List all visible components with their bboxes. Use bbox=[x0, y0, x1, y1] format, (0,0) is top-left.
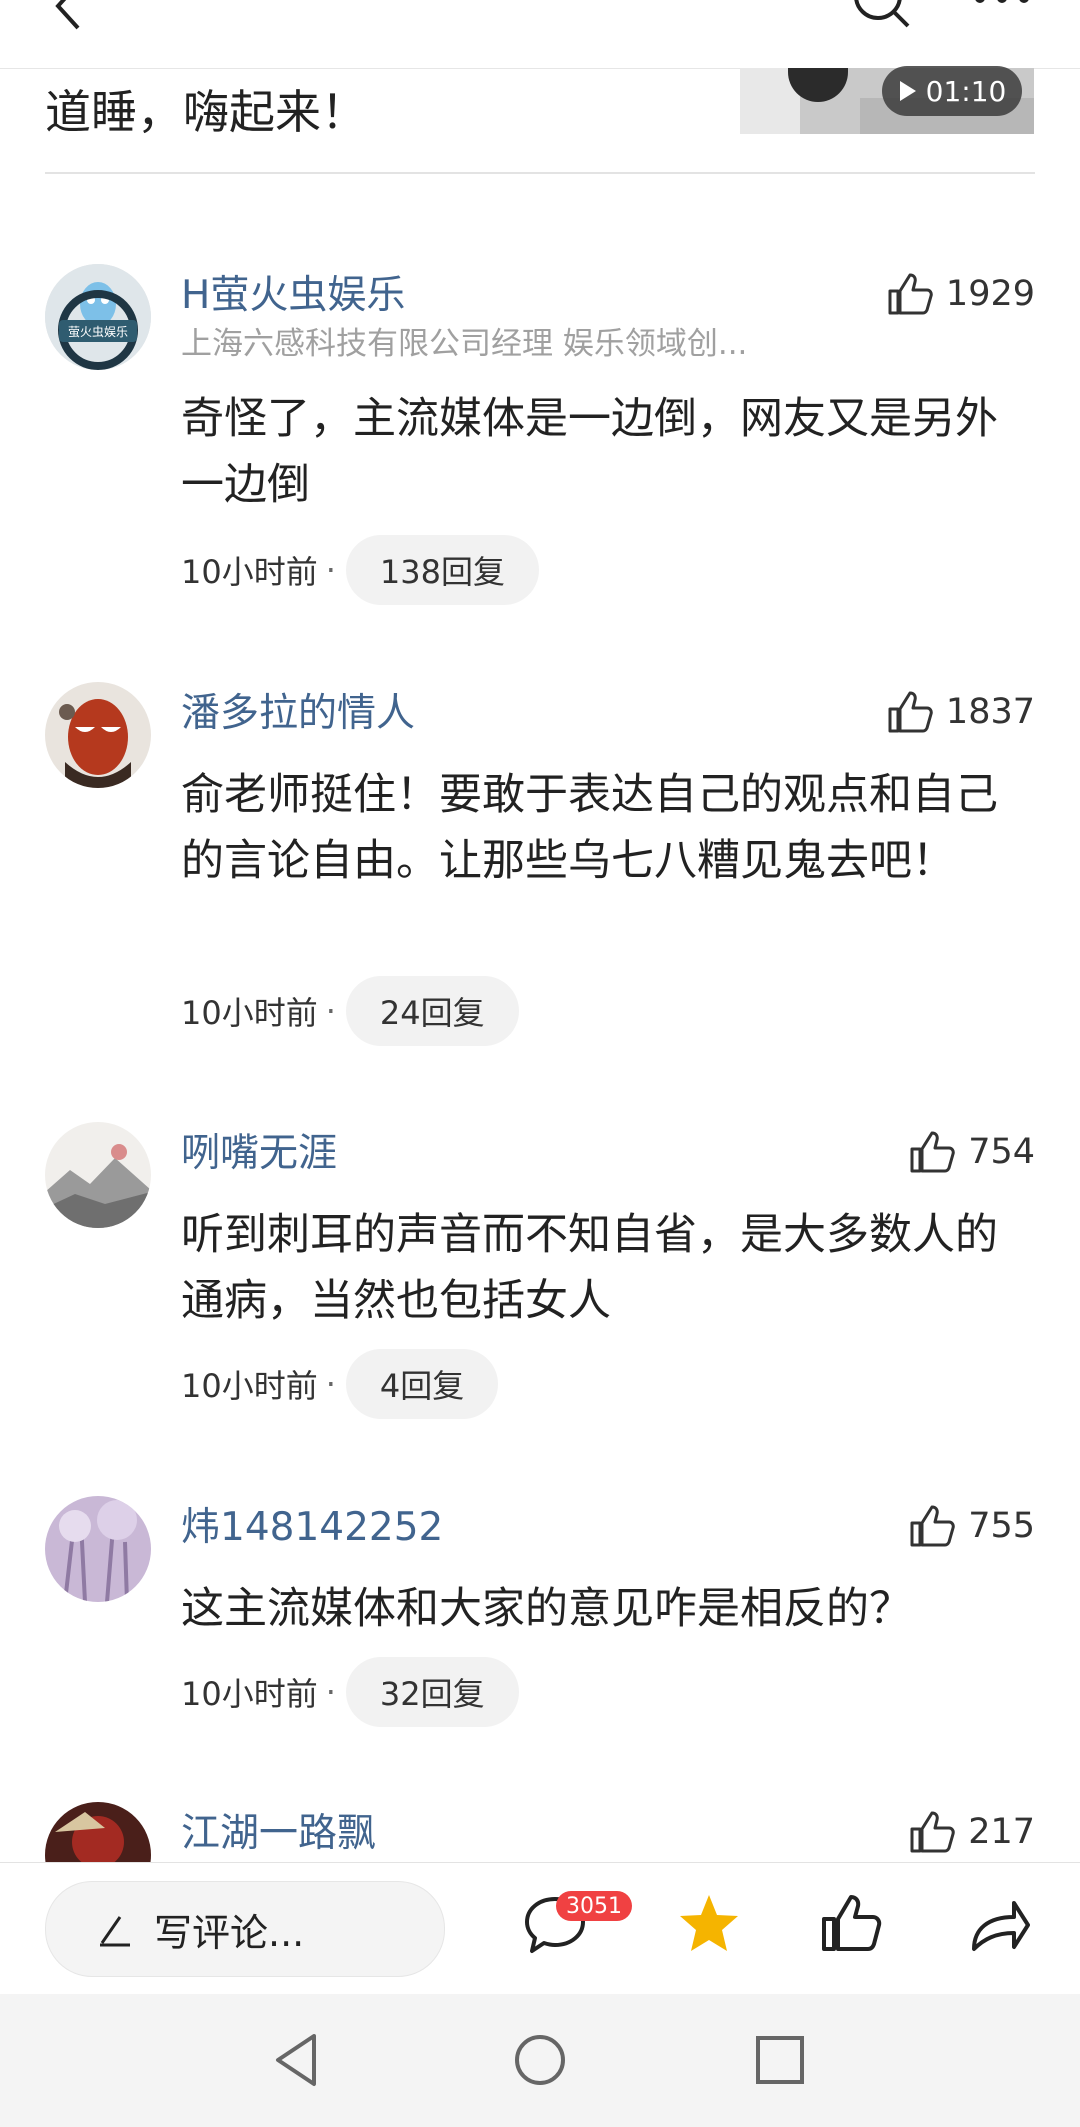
meta-separator: · bbox=[325, 992, 336, 1030]
avatar-logo-text: 萤火虫娱乐 bbox=[68, 325, 128, 339]
more-icon[interactable] bbox=[970, 0, 1040, 22]
comment-time: 10小时前 bbox=[181, 1367, 318, 1405]
write-comment-placeholder: 写评论... bbox=[154, 1910, 305, 1955]
comment-item: 江湖一路飘 217 bbox=[0, 1802, 1080, 1862]
top-bar bbox=[0, 0, 1080, 69]
search-icon[interactable] bbox=[848, 0, 918, 30]
like-button[interactable]: 755 bbox=[906, 1501, 1035, 1551]
thumbs-up-icon[interactable] bbox=[818, 1891, 884, 1957]
avatar-image bbox=[45, 682, 151, 788]
nav-back-icon[interactable] bbox=[266, 2030, 326, 2090]
comment-meta: 10小时前 · 4回复 bbox=[181, 1348, 499, 1420]
thumbs-up-icon bbox=[910, 1505, 955, 1547]
meta-separator: · bbox=[325, 551, 336, 589]
system-navigation-bar bbox=[0, 1994, 1080, 2127]
thumbs-up-icon bbox=[888, 691, 933, 733]
nav-home-icon[interactable] bbox=[510, 2030, 570, 2090]
avatar[interactable] bbox=[45, 682, 151, 788]
like-button[interactable]: 1929 bbox=[884, 269, 1035, 319]
play-icon bbox=[899, 81, 916, 101]
article-tail-text: 道睡，嗨起来！ bbox=[45, 85, 367, 139]
comment-username[interactable]: 炜148142252 bbox=[181, 1496, 443, 1552]
avatar-image: 萤火虫娱乐 bbox=[45, 264, 151, 370]
reply-count-button[interactable]: 24回复 bbox=[345, 976, 519, 1046]
back-icon[interactable] bbox=[40, 0, 100, 36]
avatar[interactable] bbox=[45, 1802, 151, 1862]
comment-time: 10小时前 bbox=[181, 994, 318, 1032]
comment-username[interactable]: 江湖一路飘 bbox=[181, 1802, 376, 1858]
avatar-image bbox=[45, 1802, 151, 1862]
star-icon[interactable] bbox=[676, 1891, 742, 1957]
comment-meta: 10小时前 · 138回复 bbox=[181, 534, 539, 606]
like-button[interactable]: 217 bbox=[906, 1807, 1035, 1857]
nav-recents-icon[interactable] bbox=[750, 2030, 810, 2090]
like-button[interactable]: 1837 bbox=[884, 687, 1035, 737]
write-comment-input[interactable]: 写评论... bbox=[45, 1881, 445, 1977]
divider bbox=[45, 172, 1035, 174]
comment-text: 奇怪了，主流媒体是一边倒，网友又是另外一边倒 bbox=[181, 394, 998, 510]
comment-text: 听到刺耳的声音而不知自省，是大多数人的通病，当然也包括女人 bbox=[181, 1210, 998, 1326]
comment-time: 10小时前 bbox=[181, 553, 318, 591]
pen-icon bbox=[100, 1916, 130, 1947]
comment-count-badge: 3051 bbox=[556, 1891, 632, 1921]
thumbs-up-icon bbox=[910, 1131, 955, 1173]
like-count: 217 bbox=[968, 1812, 1035, 1852]
like-count: 755 bbox=[968, 1506, 1035, 1546]
reply-count-button[interactable]: 138回复 bbox=[345, 535, 539, 605]
thumbs-up-icon bbox=[888, 273, 933, 315]
comment-meta: 10小时前 · 32回复 bbox=[181, 1656, 519, 1728]
comment-text: 这主流媒体和大家的意见咋是相反的？ bbox=[181, 1584, 912, 1634]
share-icon[interactable] bbox=[966, 1891, 1032, 1957]
bottom-action-bar: 写评论... 3051 bbox=[0, 1862, 1080, 1993]
comment-username[interactable]: 咧嘴无涯 bbox=[181, 1122, 337, 1178]
reply-count-button[interactable]: 4回复 bbox=[345, 1349, 499, 1419]
like-count: 754 bbox=[968, 1132, 1035, 1172]
comment-user-subtitle: 上海六感科技有限公司经理 娱乐领域创... bbox=[181, 326, 748, 362]
comment-text: 俞老师挺住！要敢于表达自己的观点和自己的言论自由。让那些乌七八糟见鬼去吧！ bbox=[181, 770, 998, 886]
avatar[interactable] bbox=[45, 1496, 151, 1602]
meta-separator: · bbox=[325, 1673, 336, 1711]
comment-time: 10小时前 bbox=[181, 1675, 318, 1713]
comment-username[interactable]: H萤火虫娱乐 bbox=[181, 264, 405, 320]
video-duration: 01:10 bbox=[925, 74, 1007, 108]
like-count: 1929 bbox=[945, 274, 1035, 314]
reply-count-button[interactable]: 32回复 bbox=[345, 1657, 519, 1727]
meta-separator: · bbox=[325, 1365, 336, 1403]
like-button[interactable]: 754 bbox=[906, 1127, 1035, 1177]
comment-meta: 10小时前 · 24回复 bbox=[181, 975, 519, 1047]
thumbs-up-icon bbox=[910, 1811, 955, 1853]
avatar-image bbox=[45, 1122, 151, 1228]
avatar[interactable] bbox=[45, 1122, 151, 1228]
comment-username[interactable]: 潘多拉的情人 bbox=[181, 682, 415, 738]
video-duration-badge: 01:10 bbox=[882, 66, 1022, 116]
avatar-image bbox=[45, 1496, 151, 1602]
like-count: 1837 bbox=[945, 692, 1035, 732]
avatar[interactable]: 萤火虫娱乐 bbox=[45, 264, 151, 370]
